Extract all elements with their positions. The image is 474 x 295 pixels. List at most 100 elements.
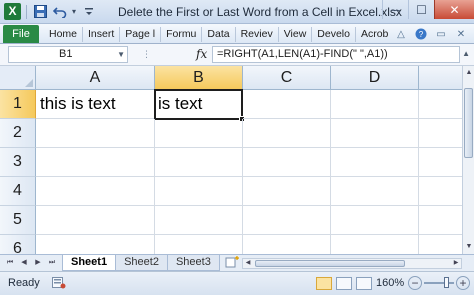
maximize-button[interactable]: ☐: [408, 0, 434, 19]
cell-e1[interactable]: [419, 90, 462, 119]
cell-e2[interactable]: [419, 119, 462, 148]
cell-a2[interactable]: [36, 119, 155, 148]
cell-b4[interactable]: [155, 177, 243, 206]
zoom-slider-track[interactable]: [424, 282, 454, 284]
cell-c2[interactable]: [243, 119, 331, 148]
expand-formula-bar-icon[interactable]: ▲: [462, 49, 470, 58]
cell-b3[interactable]: [155, 148, 243, 177]
cell-d5[interactable]: [331, 206, 419, 235]
svg-text:?: ?: [419, 30, 424, 39]
cell-d1[interactable]: [331, 90, 419, 119]
formula-input[interactable]: =RIGHT(A1,LEN(A1)-FIND(" ",A1)): [212, 46, 460, 63]
cell-a1[interactable]: this is text: [36, 90, 155, 119]
tab-insert[interactable]: Insert: [83, 27, 121, 42]
cell-d4[interactable]: [331, 177, 419, 206]
chevron-down-icon[interactable]: ▼: [117, 47, 125, 62]
cell-b6[interactable]: [155, 235, 243, 254]
row-header-4[interactable]: 4: [0, 177, 36, 206]
tab-page-layout[interactable]: Page l: [120, 27, 162, 42]
page-layout-view-icon[interactable]: [336, 277, 352, 290]
row-header-2[interactable]: 2: [0, 119, 36, 148]
tab-acrobat[interactable]: Acrob: [356, 27, 393, 42]
vertical-scrollbar[interactable]: ▲ ▼: [462, 66, 474, 254]
insert-sheet-icon[interactable]: [223, 255, 241, 269]
scroll-up-icon[interactable]: ▲: [464, 67, 474, 79]
row-header-1[interactable]: 1: [0, 90, 36, 119]
scroll-down-icon[interactable]: ▼: [464, 241, 474, 253]
next-sheet-icon[interactable]: ▶: [32, 257, 44, 269]
insert-function-button[interactable]: fx: [196, 47, 207, 61]
prev-sheet-icon[interactable]: ◀: [18, 257, 30, 269]
tab-data[interactable]: Data: [202, 27, 236, 42]
column-header-c[interactable]: C: [243, 66, 331, 90]
row-header-6[interactable]: 6: [0, 235, 36, 254]
select-all-button[interactable]: [0, 66, 36, 90]
tab-file[interactable]: File: [3, 25, 39, 43]
tab-formulas[interactable]: Formu: [161, 27, 203, 42]
customize-icon[interactable]: [80, 3, 97, 20]
cell-b2[interactable]: [155, 119, 243, 148]
cell-a4[interactable]: [36, 177, 155, 206]
undo-dropdown-icon[interactable]: ▾: [70, 3, 78, 20]
cell-c3[interactable]: [243, 148, 331, 177]
cell-c4[interactable]: [243, 177, 331, 206]
tab-review[interactable]: Reviev: [236, 27, 279, 42]
page-break-view-icon[interactable]: [356, 277, 372, 290]
cell-a3[interactable]: [36, 148, 155, 177]
cell-c1[interactable]: [243, 90, 331, 119]
close-button[interactable]: ✕: [434, 0, 474, 19]
cell-e6[interactable]: [419, 235, 462, 254]
sheet-tab-sheet1[interactable]: Sheet1: [62, 255, 117, 271]
help-icon[interactable]: ?: [414, 27, 428, 41]
worksheet-grid: A B C D 1 2 3 4 5 6 this is text is text: [0, 66, 462, 254]
cell-b1[interactable]: is text: [154, 89, 243, 120]
cell-d6[interactable]: [331, 235, 419, 254]
window-restore-icon[interactable]: ▭: [434, 27, 448, 41]
vertical-scroll-thumb[interactable]: [464, 88, 473, 158]
normal-view-icon[interactable]: [316, 277, 332, 290]
cell-e3[interactable]: [419, 148, 462, 177]
row-header-5[interactable]: 5: [0, 206, 36, 235]
tab-home[interactable]: Home: [44, 27, 84, 42]
cell-a5[interactable]: [36, 206, 155, 235]
zoom-out-button[interactable]: −: [408, 276, 422, 290]
column-header-d[interactable]: D: [331, 66, 419, 90]
row-header-3[interactable]: 3: [0, 148, 36, 177]
cell-a6[interactable]: [36, 235, 155, 254]
formula-bar-grip-icon[interactable]: ⋮: [142, 49, 152, 60]
minimize-ribbon-icon[interactable]: △: [394, 27, 408, 41]
minimize-button[interactable]: ─: [382, 0, 408, 19]
column-header-b[interactable]: B: [155, 66, 243, 90]
cell-e5[interactable]: [419, 206, 462, 235]
zoom-level[interactable]: 160%: [376, 277, 404, 289]
cell-d2[interactable]: [331, 119, 419, 148]
column-header-a[interactable]: A: [36, 66, 155, 90]
last-sheet-icon[interactable]: ⏭: [46, 257, 58, 269]
horizontal-scrollbar[interactable]: ◀ ▶: [242, 258, 462, 269]
excel-logo-icon[interactable]: X: [4, 3, 21, 20]
zoom-slider-thumb[interactable]: [444, 277, 449, 288]
window-close-icon[interactable]: ✕: [454, 27, 468, 41]
save-icon[interactable]: [32, 3, 49, 20]
zoom-in-button[interactable]: +: [456, 276, 470, 290]
cell-c6[interactable]: [243, 235, 331, 254]
scroll-right-icon[interactable]: ▶: [451, 259, 461, 268]
column-header-e[interactable]: [419, 66, 462, 90]
name-box-value: B1: [59, 48, 73, 60]
cell-c5[interactable]: [243, 206, 331, 235]
cell-d3[interactable]: [331, 148, 419, 177]
cell-b5[interactable]: [155, 206, 243, 235]
sheet-tab-sheet3[interactable]: Sheet3: [166, 255, 220, 271]
cell-e4[interactable]: [419, 177, 462, 206]
first-sheet-icon[interactable]: ⏮: [4, 257, 16, 269]
undo-icon[interactable]: [51, 3, 68, 20]
ribbon-tab-bar: File Home Insert Page l Formu Data Revie…: [0, 24, 474, 44]
view-buttons: [316, 277, 372, 290]
sheet-tab-sheet2[interactable]: Sheet2: [115, 255, 168, 271]
name-box[interactable]: B1 ▼: [8, 46, 128, 63]
macro-record-icon[interactable]: [52, 277, 66, 292]
tab-view[interactable]: View: [279, 27, 313, 42]
tab-developer[interactable]: Develo: [312, 27, 356, 42]
horizontal-scroll-thumb[interactable]: [255, 260, 405, 267]
scroll-left-icon[interactable]: ◀: [243, 259, 253, 268]
